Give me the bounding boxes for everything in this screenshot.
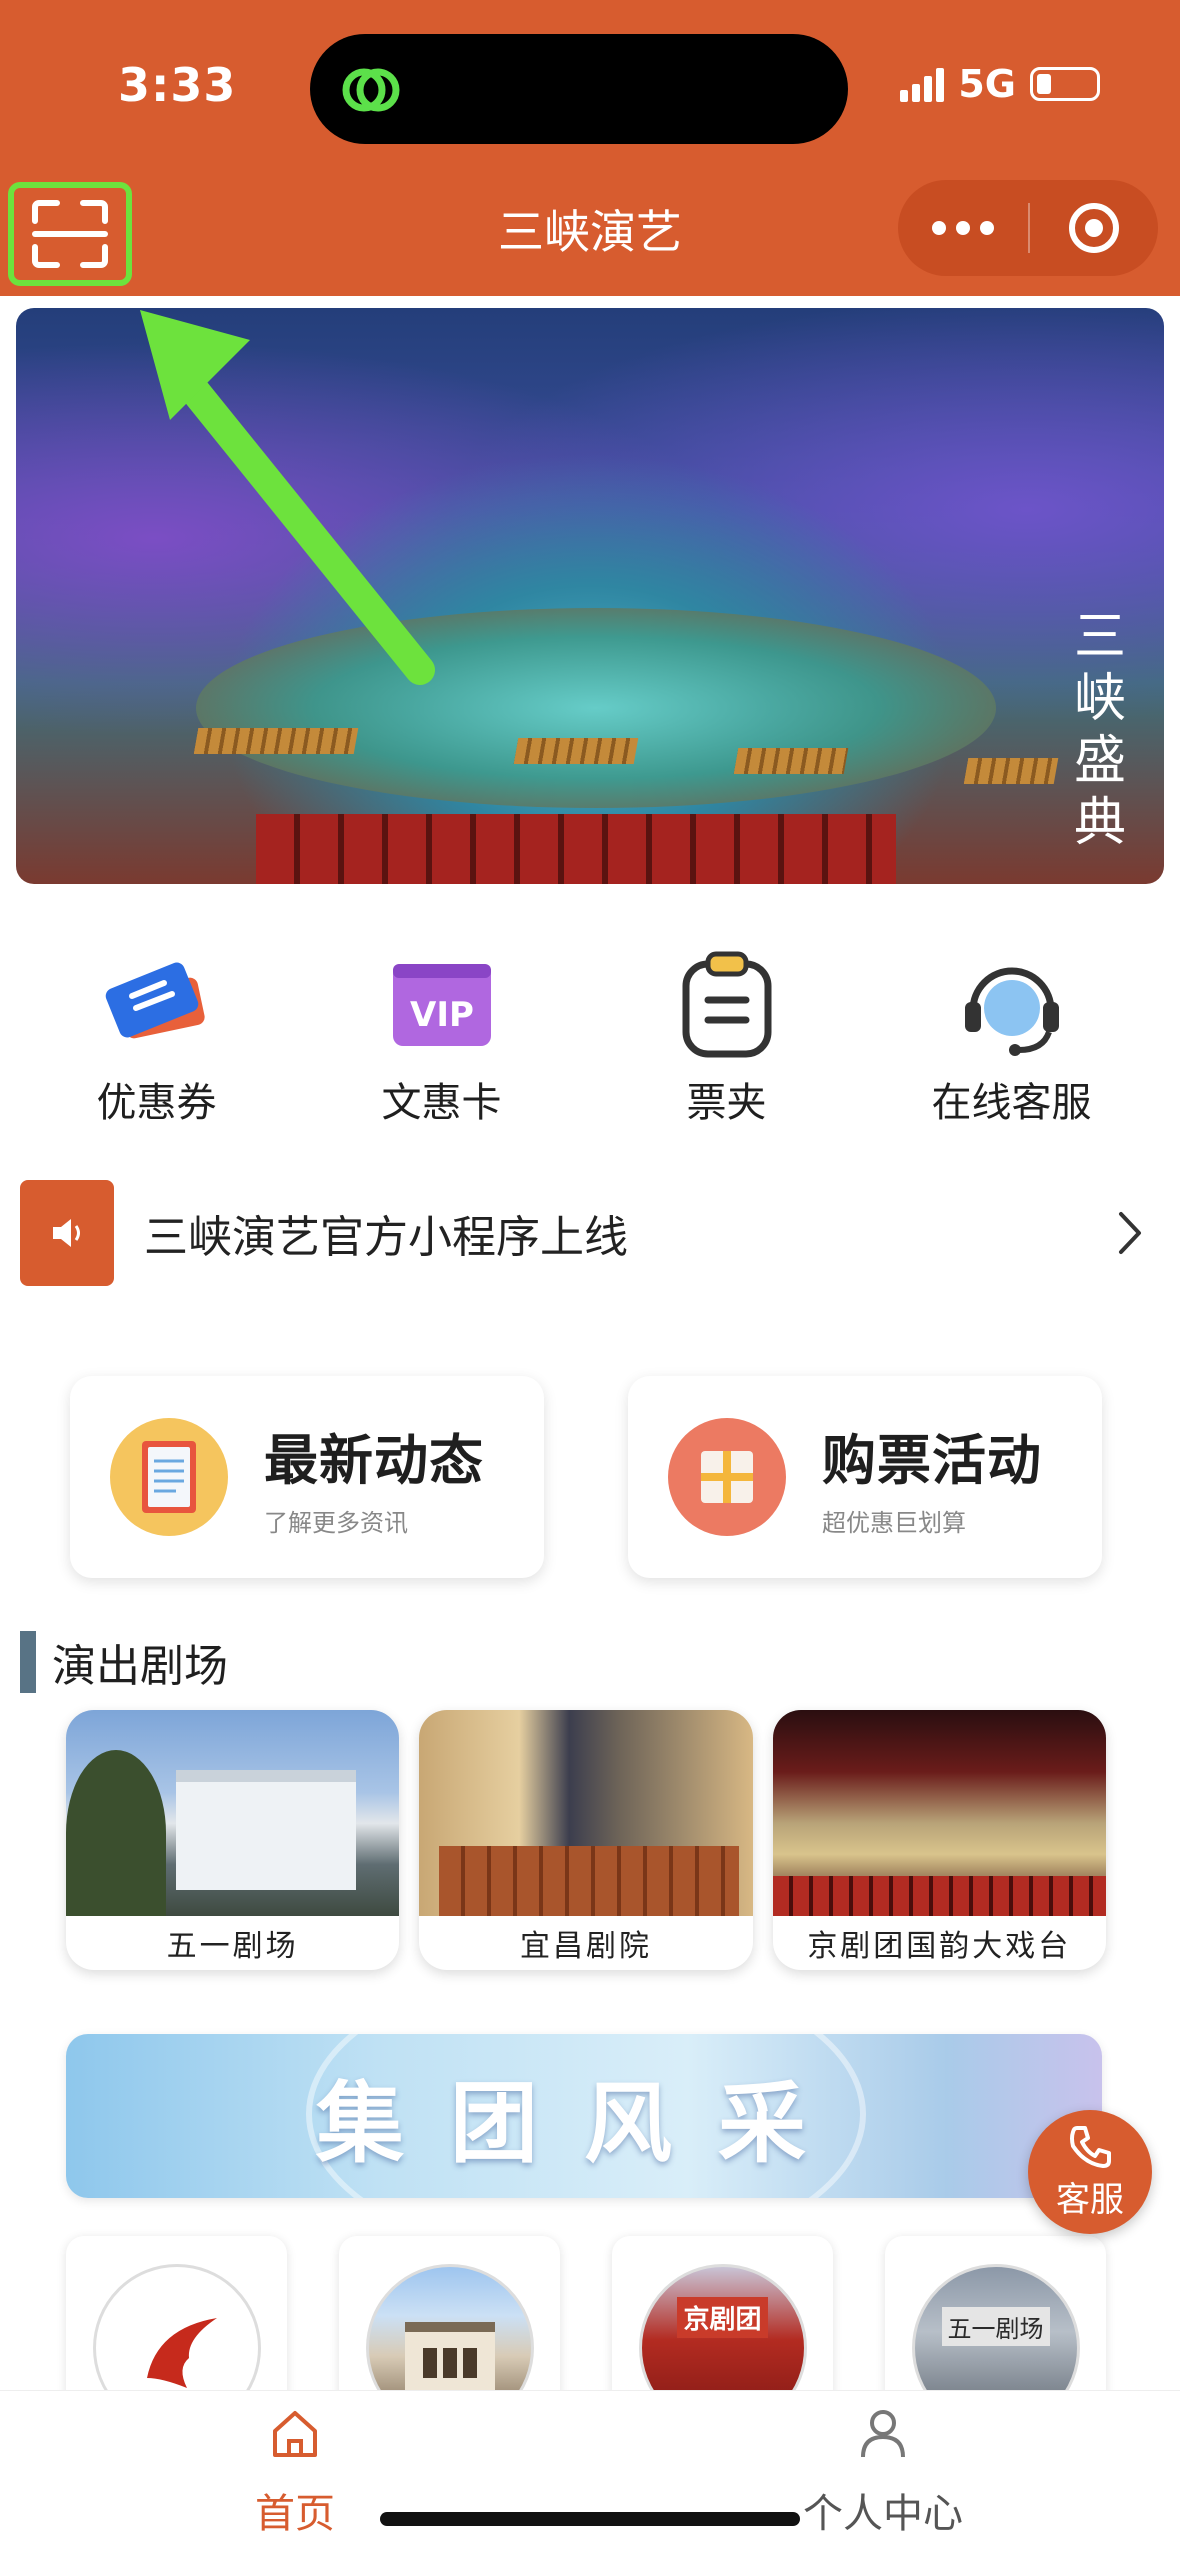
member-sign: 五一剧场 (941, 2307, 1050, 2346)
notice-bar[interactable]: 三峡演艺官方小程序上线 (20, 1180, 1160, 1286)
status-time: 3:33 (118, 58, 237, 112)
raft (733, 748, 849, 774)
theatre-photo (772, 1710, 1106, 1916)
target-icon (1069, 203, 1119, 253)
quick-item-customer-service[interactable]: 在线客服 (869, 950, 1154, 1128)
chevron-right-icon (1110, 1203, 1150, 1263)
floating-customer-service-button[interactable]: 客服 (1028, 2110, 1152, 2234)
quick-item-label: 优惠券 (96, 1080, 217, 1126)
quick-item-label: 在线客服 (931, 1080, 1092, 1126)
theatre-label: 宜昌剧院 (519, 1929, 652, 1964)
tab-label: 首页 (255, 2491, 335, 2537)
member-card[interactable]: 京剧团 (612, 2236, 833, 2432)
phone-icon (1070, 2125, 1111, 2168)
theatre-section-header: 演出剧场 (20, 1630, 228, 1694)
raft (963, 758, 1059, 784)
quick-item-vip-card[interactable]: VIP 文惠卡 (299, 950, 584, 1128)
dynamic-island (310, 34, 848, 144)
group-showcase-banner[interactable]: 集团风采 (66, 2034, 1102, 2198)
theatre-list: 五一剧场 宜昌剧院 京剧团国韵大戏台 (66, 1710, 1106, 1970)
svg-text:VIP: VIP (410, 995, 474, 1035)
member-sign: 京剧团 (677, 2297, 768, 2338)
theatre-photo (419, 1710, 753, 1916)
member-card[interactable] (66, 2236, 287, 2432)
quick-menu: 优惠券 VIP 文惠卡 票夹 在线客服 (0, 950, 1180, 1128)
feature-title: 最新动态 (264, 1429, 484, 1492)
quick-item-label: 文惠卡 (381, 1080, 502, 1126)
signal-icon (900, 66, 945, 102)
group-member-list: 京剧团 五一剧场 (66, 2236, 1106, 2432)
close-mini-program-button[interactable] (1030, 200, 1158, 256)
more-menu-button[interactable] (898, 221, 1028, 235)
coupon-icon (102, 950, 212, 1060)
network-type: 5G (958, 62, 1016, 106)
ticket-folder-icon (672, 950, 782, 1060)
feature-subtitle: 了解更多资讯 (264, 1509, 408, 1537)
quick-item-coupon[interactable]: 优惠券 (14, 950, 299, 1128)
ticket-promotion-card[interactable]: 购票活动 超优惠巨划算 (628, 1376, 1102, 1578)
document-icon (110, 1418, 228, 1536)
gift-icon (668, 1418, 786, 1536)
feature-title: 购票活动 (822, 1429, 1042, 1492)
latest-news-card[interactable]: 最新动态 了解更多资讯 (70, 1376, 544, 1578)
banner-logo: 三峡盛典 (1074, 607, 1127, 853)
vip-card-icon: VIP (387, 950, 497, 1060)
notice-text: 三峡演艺官方小程序上线 (144, 1212, 628, 1263)
section-accent-bar (20, 1631, 36, 1693)
hero-banner[interactable]: 三峡盛典 (16, 308, 1164, 884)
theatre-photo (66, 1710, 400, 1916)
theatre-label: 五一剧场 (166, 1929, 299, 1964)
theatre-card[interactable]: 五一剧场 (66, 1710, 400, 1970)
speaker-icon (20, 1180, 114, 1286)
bottom-tab-bar: 首页 个人中心 (0, 2390, 1180, 2558)
audience-seats (256, 814, 896, 884)
float-button-label: 客服 (1056, 2179, 1124, 2220)
battery-icon (1030, 67, 1100, 101)
raft (513, 738, 639, 764)
stage-floor (196, 608, 996, 808)
quick-item-ticket-folder[interactable]: 票夹 (584, 950, 869, 1128)
group-banner-title: 集团风采 (315, 2071, 852, 2175)
mini-program-capsule (898, 180, 1158, 276)
home-icon (273, 2411, 317, 2457)
app-link-icon (342, 68, 400, 112)
theatre-card[interactable]: 京剧团国韵大戏台 (772, 1710, 1106, 1970)
theatre-label: 京剧团国韵大戏台 (807, 1929, 1072, 1964)
tab-label: 个人中心 (803, 2491, 963, 2537)
status-indicators: 5G (900, 62, 1100, 106)
user-icon (861, 2410, 905, 2458)
home-indicator (380, 2512, 800, 2526)
member-card[interactable]: 五一剧场 (885, 2236, 1106, 2432)
feature-subtitle: 超优惠巨划算 (822, 1509, 966, 1537)
section-title: 演出剧场 (52, 1641, 228, 1692)
raft (193, 728, 359, 754)
top-header: 3:33 5G 三峡演艺 (0, 0, 1180, 296)
quick-item-label: 票夹 (686, 1080, 767, 1126)
customer-service-icon (957, 950, 1067, 1060)
theatre-card[interactable]: 宜昌剧院 (419, 1710, 753, 1970)
member-card[interactable] (339, 2236, 560, 2432)
